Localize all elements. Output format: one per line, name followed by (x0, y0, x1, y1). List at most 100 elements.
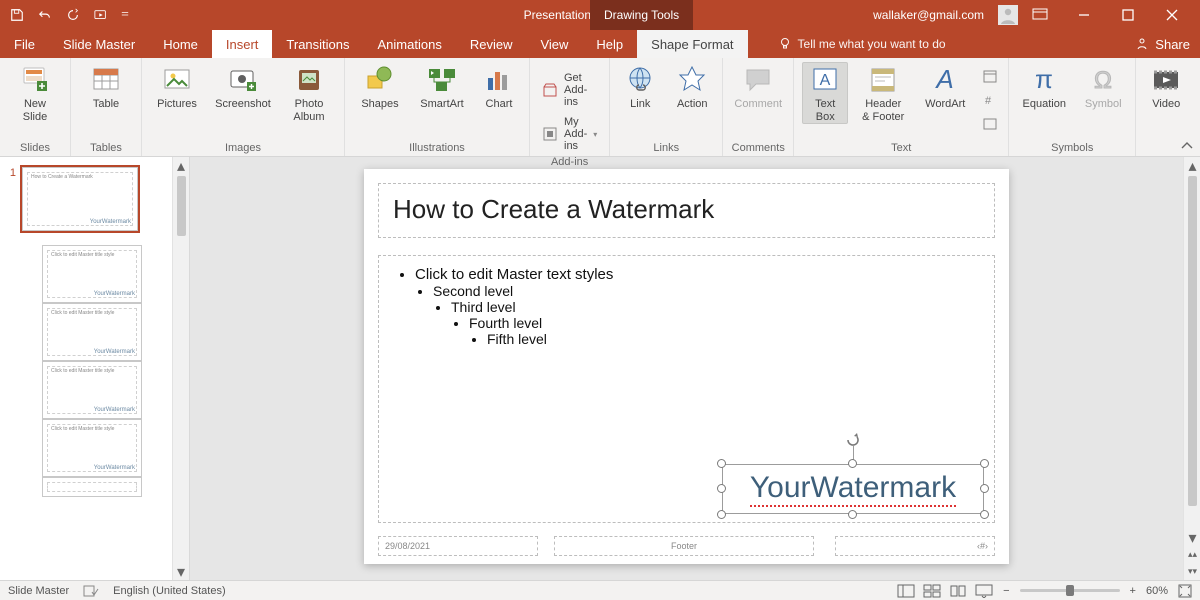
thumbnail-scrollbar[interactable]: ▴ ▾ (172, 157, 189, 580)
sorter-view-icon[interactable] (923, 584, 941, 598)
symbol-button: Ω Symbol (1079, 62, 1127, 111)
tab-animations[interactable]: Animations (364, 30, 456, 58)
user-email[interactable]: wallaker@gmail.com (873, 8, 984, 22)
canvas-scrollbar[interactable]: ▴ ▾ ▴▴ ▾▾ (1183, 157, 1200, 580)
resize-handle[interactable] (717, 484, 726, 493)
tell-me-search[interactable]: Tell me what you want to do (778, 30, 946, 58)
rotation-handle-icon[interactable] (844, 430, 862, 448)
start-from-beginning-icon[interactable] (92, 6, 110, 24)
group-comments: Comment Comments (723, 58, 794, 156)
status-language[interactable]: English (United States) (113, 585, 226, 597)
slide-canvas-wrap: How to Create a Watermark Click to edit … (190, 157, 1200, 580)
group-text: A Text Box Header & Footer A WordArt # T… (794, 58, 1009, 156)
get-addins-button[interactable]: Get Add-ins (538, 70, 601, 110)
ribbon-display-options-icon[interactable] (1032, 8, 1048, 22)
lightbulb-icon (778, 37, 792, 51)
slide-number-icon: # (982, 92, 998, 108)
spellcheck-icon[interactable] (83, 584, 99, 598)
scroll-down-icon[interactable]: ▾ (1184, 529, 1200, 546)
slideshow-view-icon[interactable] (975, 584, 993, 598)
layout-thumbnail[interactable]: Click to edit Master title styleYourWate… (42, 361, 142, 419)
link-button[interactable]: Link (618, 62, 662, 111)
text-box-button[interactable]: A Text Box (802, 62, 848, 124)
share-button[interactable]: Share (1135, 30, 1190, 58)
zoom-slider[interactable] (1020, 589, 1120, 592)
layout-thumbnail[interactable] (42, 477, 142, 497)
user-avatar-icon[interactable] (998, 5, 1018, 25)
normal-view-icon[interactable] (897, 584, 915, 598)
window-maximize-button[interactable] (1106, 0, 1150, 30)
shapes-button[interactable]: Shapes (353, 62, 407, 111)
tab-file[interactable]: File (0, 30, 49, 58)
smartart-button[interactable]: SmartArt (415, 62, 469, 111)
group-illustrations: Shapes SmartArt Chart Illustrations (345, 58, 530, 156)
status-view-name: Slide Master (8, 585, 69, 597)
save-icon[interactable] (8, 6, 26, 24)
tab-transitions[interactable]: Transitions (272, 30, 363, 58)
title-text: How to Create a Watermark (393, 194, 714, 224)
table-button[interactable]: Table (79, 62, 133, 111)
scroll-down-icon[interactable]: ▾ (173, 563, 190, 580)
new-slide-button[interactable]: New Slide (8, 62, 62, 123)
tab-view[interactable]: View (526, 30, 582, 58)
resize-handle[interactable] (848, 510, 857, 519)
layout-thumbnail[interactable]: Click to edit Master title styleYourWate… (42, 303, 142, 361)
slide-number-placeholder[interactable]: ‹#› (835, 536, 995, 556)
tab-home[interactable]: Home (149, 30, 212, 58)
undo-icon[interactable] (36, 6, 54, 24)
screenshot-button[interactable]: Screenshot (212, 62, 274, 111)
resize-handle[interactable] (980, 510, 989, 519)
action-button[interactable]: Action (670, 62, 714, 111)
object-button[interactable] (980, 114, 1000, 134)
zoom-level[interactable]: 60% (1146, 585, 1168, 597)
video-button[interactable]: Video (1144, 62, 1188, 111)
watermark-textbox[interactable]: YourWatermark (722, 464, 984, 514)
ribbon-tabs: File Slide Master Home Insert Transition… (0, 30, 1200, 58)
slide-number-button[interactable]: # (980, 90, 1000, 110)
resize-handle[interactable] (848, 459, 857, 468)
tab-insert[interactable]: Insert (212, 30, 273, 58)
zoom-out-button[interactable]: − (1003, 585, 1009, 597)
equation-button[interactable]: π Equation (1017, 62, 1071, 111)
pictures-button[interactable]: Pictures (150, 62, 204, 111)
tab-slide-master[interactable]: Slide Master (49, 30, 149, 58)
share-icon (1135, 37, 1149, 51)
header-footer-button[interactable]: Header & Footer (856, 62, 910, 123)
qat-customize-icon[interactable] (120, 6, 130, 24)
audio-button[interactable]: Audio (1196, 62, 1200, 111)
resize-handle[interactable] (717, 459, 726, 468)
next-slide-icon[interactable]: ▾▾ (1184, 563, 1200, 580)
tab-help[interactable]: Help (582, 30, 637, 58)
work-area: 1 How to Create a Watermark YourWatermar… (0, 157, 1200, 580)
tab-shape-format[interactable]: Shape Format (637, 30, 747, 58)
resize-handle[interactable] (980, 484, 989, 493)
scroll-up-icon[interactable]: ▴ (1184, 157, 1200, 174)
master-thumbnail[interactable]: How to Create a Watermark YourWatermark (22, 167, 138, 231)
group-images: Pictures Screenshot Photo Album Images (142, 58, 345, 156)
collapse-ribbon-icon[interactable] (1180, 140, 1194, 152)
resize-handle[interactable] (980, 459, 989, 468)
photo-album-button[interactable]: Photo Album (282, 62, 336, 123)
slide-master-canvas[interactable]: How to Create a Watermark Click to edit … (364, 169, 1009, 564)
date-placeholder[interactable]: 29/08/2021 (378, 536, 538, 556)
group-tables: Table Tables (71, 58, 142, 156)
footer-placeholder[interactable]: Footer (554, 536, 814, 556)
date-time-button[interactable] (980, 66, 1000, 86)
tab-review[interactable]: Review (456, 30, 527, 58)
scroll-up-icon[interactable]: ▴ (173, 157, 190, 174)
layout-thumbnail[interactable]: Click to edit Master title styleYourWate… (42, 245, 142, 303)
reading-view-icon[interactable] (949, 584, 967, 598)
wordart-button[interactable]: A WordArt (918, 62, 972, 111)
watermark-text[interactable]: YourWatermark (722, 464, 984, 514)
title-placeholder[interactable]: How to Create a Watermark (378, 183, 995, 238)
redo-icon[interactable] (64, 6, 82, 24)
fit-to-window-icon[interactable] (1178, 584, 1192, 598)
prev-slide-icon[interactable]: ▴▴ (1184, 546, 1200, 563)
window-close-button[interactable] (1150, 0, 1194, 30)
resize-handle[interactable] (717, 510, 726, 519)
my-addins-button[interactable]: My Add-ins ▾ (538, 114, 601, 154)
layout-thumbnail[interactable]: Click to edit Master title styleYourWate… (42, 419, 142, 477)
window-minimize-button[interactable] (1062, 0, 1106, 30)
chart-button[interactable]: Chart (477, 62, 521, 111)
zoom-in-button[interactable]: + (1130, 585, 1136, 597)
